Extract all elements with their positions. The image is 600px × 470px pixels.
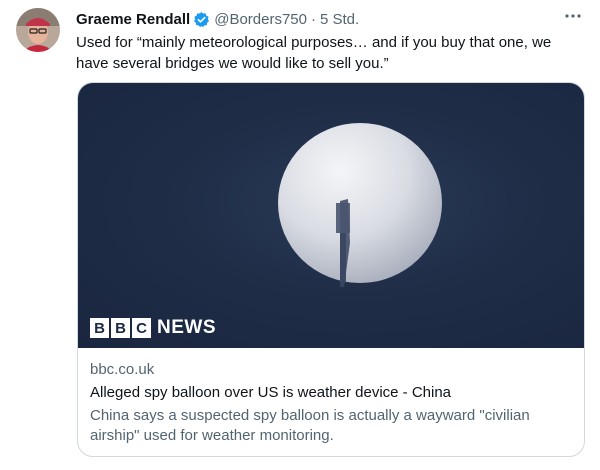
tweet-text: Used for “mainly meteorological purposes… <box>76 34 552 72</box>
card-title[interactable]: Alleged spy balloon over US is weather d… <box>90 383 574 403</box>
link-card[interactable]: B B C NEWS bbc.co.uk Alleged spy balloon… <box>77 82 585 457</box>
verified-badge-icon <box>193 11 210 28</box>
tweet[interactable]: Graeme Rendall @Borders750 · 5 Std. Used… <box>0 0 600 470</box>
bbc-letter-b1: B <box>90 318 109 338</box>
tweet-header: Graeme Rendall @Borders750 · 5 Std. <box>76 8 576 30</box>
balloon-photo <box>278 123 442 287</box>
bbc-news-word: NEWS <box>157 317 216 338</box>
card-image[interactable]: B B C NEWS <box>78 83 584 348</box>
bbc-letter-c: C <box>132 318 151 338</box>
card-domain: bbc.co.uk <box>90 361 155 378</box>
bbc-news-logo: B B C NEWS <box>90 317 216 339</box>
timestamp[interactable]: 5 Std. <box>320 11 359 28</box>
card-description: China says a suspected spy balloon is ac… <box>90 407 530 444</box>
author-handle[interactable]: @Borders750 <box>214 11 307 28</box>
bbc-letter-b2: B <box>111 318 130 338</box>
avatar[interactable] <box>16 8 60 52</box>
card-meta[interactable]: bbc.co.uk Alleged spy balloon over US is… <box>90 360 574 446</box>
author-name[interactable]: Graeme Rendall <box>76 11 190 28</box>
separator-dot: · <box>311 10 316 28</box>
more-horizontal-icon[interactable] <box>560 6 586 26</box>
